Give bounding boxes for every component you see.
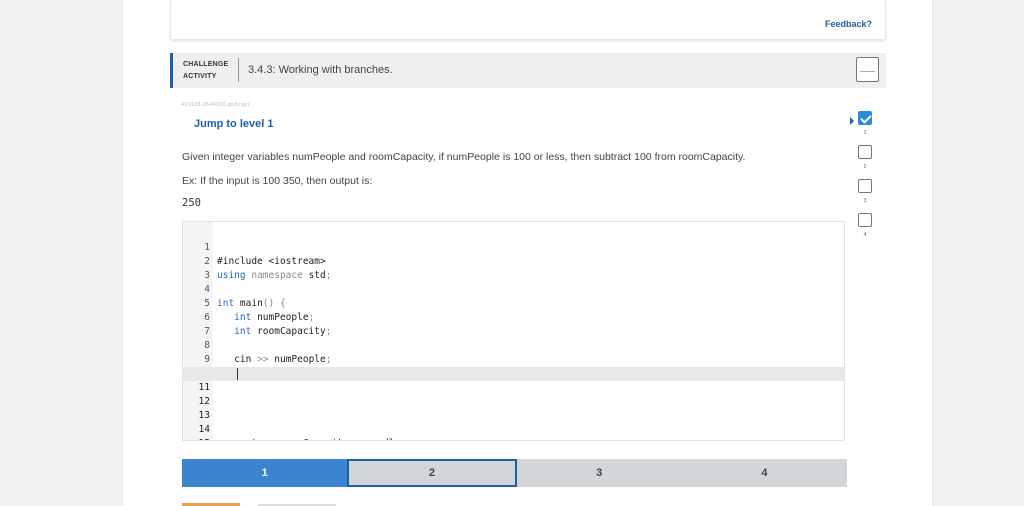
- level-2-button[interactable]: 2: [347, 459, 517, 487]
- current-level-pointer-icon: [850, 117, 854, 125]
- code-line[interactable]: 4 int main() {: [183, 269, 844, 309]
- active-code-line[interactable]: 11: [183, 367, 844, 393]
- code-line[interactable]: 1 #include <iostream>: [183, 227, 844, 267]
- challenge-label-line1: CHALLENGE: [183, 61, 229, 68]
- challenge-label-line2: ACTIVITY: [183, 73, 217, 80]
- challenge-activity-label: CHALLENGE ACTIVITY: [183, 59, 228, 83]
- challenge-activity-header: CHALLENGE ACTIVITY 3.4.3: Working with b…: [170, 53, 886, 88]
- problem-description: Given integer variables numPeople and ro…: [182, 151, 746, 163]
- code-line[interactable]: 10: [183, 353, 844, 379]
- previous-activity-card: Feedback?: [170, 0, 886, 40]
- code-line[interactable]: 6 int roomCapacity;: [183, 297, 844, 337]
- code-line[interactable]: 2 using namespace std;: [183, 241, 844, 281]
- code-line[interactable]: 9 cin >> roomCapacity;: [183, 339, 844, 379]
- problem-example: Ex: If the input is 100 350, then output…: [182, 175, 373, 187]
- code-line[interactable]: 12: [183, 381, 844, 407]
- header-divider: [238, 58, 239, 82]
- code-editor[interactable]: 1 #include <iostream> 2 using namespace …: [182, 221, 845, 441]
- code-text: cout << roomCapacity << endl;: [217, 437, 400, 440]
- feedback-link[interactable]: Feedback?: [825, 19, 872, 29]
- code-line[interactable]: 7: [183, 311, 844, 337]
- level-4-checkbox: [858, 213, 872, 227]
- challenge-title: 3.4.3: Working with branches.: [248, 64, 393, 76]
- code-line[interactable]: 14 cout << roomCapacity << endl;: [183, 409, 844, 440]
- expected-output: 250: [182, 197, 201, 209]
- side-level-number: 2: [863, 164, 867, 170]
- code-line[interactable]: 3: [183, 255, 844, 281]
- completion-flag-icon: [856, 57, 879, 82]
- side-level-number: 3: [863, 198, 867, 204]
- jump-to-level-link[interactable]: Jump to level 1: [194, 118, 273, 130]
- activity-id: 401138.2649326.qx3zqy7: [181, 102, 251, 108]
- code-line[interactable]: 5 int numPeople;: [183, 283, 844, 323]
- level-1-checkbox: [858, 111, 872, 125]
- code-line[interactable]: 13: [183, 395, 844, 421]
- code-line[interactable]: 8 cin >> numPeople;: [183, 325, 844, 365]
- text-cursor: [237, 368, 238, 380]
- level-2-checkbox: [858, 145, 872, 159]
- side-level-number: 1: [863, 130, 867, 136]
- code-line[interactable]: 15: [183, 423, 844, 440]
- side-level-number: 4: [863, 232, 867, 238]
- level-4-button[interactable]: 4: [681, 459, 847, 487]
- level-progress-bar: 1 2 3 4: [182, 459, 847, 487]
- level-3-checkbox: [858, 179, 872, 193]
- level-1-button[interactable]: 1: [182, 459, 348, 487]
- level-3-button[interactable]: 3: [516, 459, 682, 487]
- line-number: 15: [183, 437, 210, 440]
